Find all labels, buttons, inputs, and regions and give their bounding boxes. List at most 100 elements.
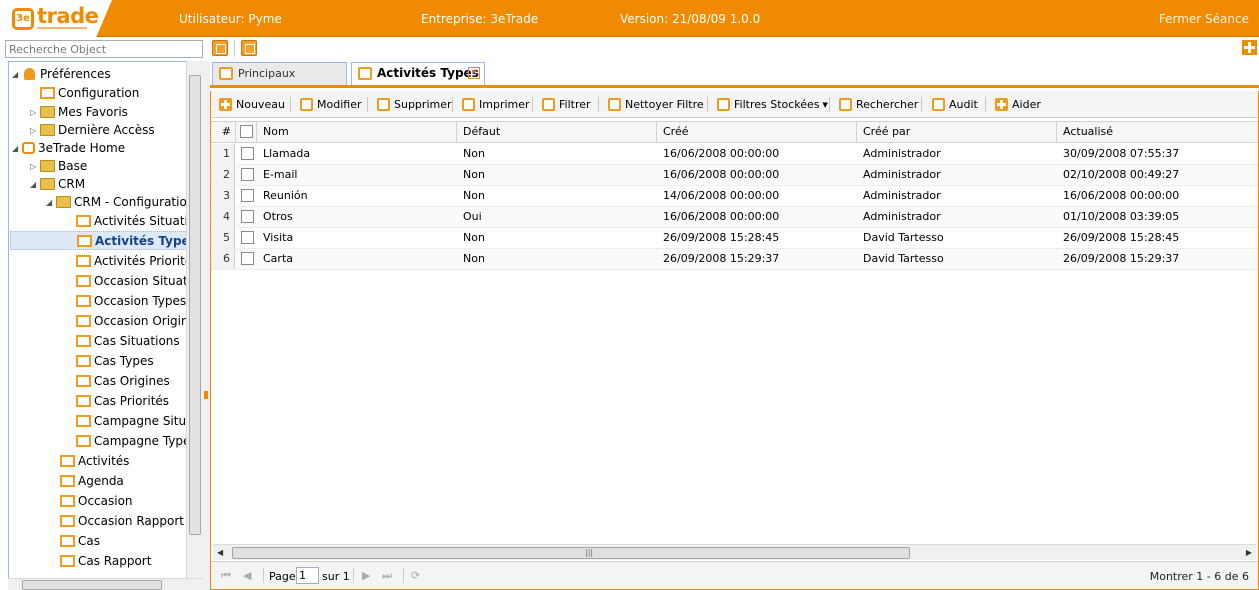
row-checkbox[interactable] [241,168,254,181]
row-checkbox[interactable] [241,210,254,223]
company-label: Entreprise: 3eTrade [421,12,539,26]
scroll-left-icon[interactable]: ◀ [217,548,223,557]
next-page-icon[interactable]: ▶ [362,569,370,582]
row-checkbox[interactable] [241,252,254,265]
tree-node-activites-types[interactable]: Activités Types [10,231,197,250]
tree-node-occasion-situation[interactable]: Occasion Situation [66,272,203,291]
expand-toggle-icon[interactable]: ▷ [30,157,40,176]
tree-node-favorites[interactable]: ▷ Mes Favoris [30,103,128,122]
filter-button[interactable]: Filtrer [542,96,591,113]
row-number: 5 [211,228,235,248]
new-button[interactable]: Nouveau [219,96,285,113]
form-icon [76,395,91,407]
column-header-nom[interactable]: Nom [257,122,457,143]
logout-link[interactable]: Fermer Séance [1159,12,1249,26]
column-header-defaut[interactable]: Défaut [457,122,657,143]
tree-node-cas[interactable]: Cas [50,532,100,551]
collapse-toggle-icon[interactable]: ◢ [12,65,22,84]
print-button[interactable]: Imprimer [462,96,530,113]
select-all-checkbox[interactable] [240,125,253,138]
scrollbar-thumb[interactable] [189,75,201,535]
tree-horizontal-scrollbar[interactable] [8,578,203,590]
delete-button[interactable]: Supprimer [377,96,452,113]
column-header-actualise[interactable]: Actualisé [1057,122,1257,143]
tree-node-campagne-types[interactable]: Campagne Types [66,432,197,451]
pager-separator [403,568,404,583]
cell-defaut: Non [463,168,485,181]
tree-node-activites[interactable]: Activités [50,452,129,471]
tree-node-occasion[interactable]: Occasion [50,492,133,511]
table-row[interactable]: 1 Llamada Non 16/06/2008 00:00:00 Admini… [211,144,1258,165]
expand-toggle-icon[interactable]: ▷ [30,121,40,140]
first-page-icon[interactable]: ⏮ [221,569,231,583]
refresh-icon[interactable]: ⟳ [411,569,420,582]
scrollbar-thumb[interactable]: ||| [232,547,910,559]
tree-node-cas-types[interactable]: Cas Types [66,352,154,371]
tree-node-configuration[interactable]: Configuration [30,84,139,103]
column-header-number[interactable]: # [211,122,236,143]
collapse-arrow-icon[interactable] [204,391,208,399]
tree-node-cas-origines[interactable]: Cas Origines [66,372,170,391]
help-button[interactable]: Aider [995,96,1041,113]
tree-expand-icon[interactable] [212,40,228,56]
scrollbar-thumb[interactable] [22,580,162,590]
table-row[interactable]: 5 Visita Non 26/09/2008 15:28:45 David T… [211,228,1258,249]
scroll-right-icon[interactable]: ▶ [1246,548,1252,557]
tree-node-3etrade-home[interactable]: ◢ 3eTrade Home [12,139,125,158]
tree-node-occasion-rapport[interactable]: Occasion Rapport [50,512,184,531]
collapse-toggle-icon[interactable]: ◢ [30,175,40,194]
column-header-cree-par[interactable]: Créé par [857,122,1057,143]
expand-toggle-icon[interactable]: ▷ [30,103,40,122]
tree-node-base[interactable]: ▷ Base [30,157,87,176]
cell-actualise: 30/09/2008 07:55:37 [1063,147,1180,160]
list-view-icon[interactable] [241,40,257,56]
tree-node-crm[interactable]: ◢ CRM [30,175,85,194]
column-header-cree[interactable]: Créé [657,122,857,143]
table-row[interactable]: 6 Carta Non 26/09/2008 15:29:37 David Ta… [211,249,1258,270]
tree-node-cas-rapport[interactable]: Cas Rapport [50,552,151,571]
stored-filters-dropdown[interactable]: Filtres Stockées ▼ [717,96,828,113]
tree-node-campagne-situation[interactable]: Campagne Situation [66,412,203,431]
tree-node-cas-priorites[interactable]: Cas Priorités [66,392,169,411]
tree-node-occasion-types[interactable]: Occasion Types [66,292,186,311]
audit-button[interactable]: Audit [932,96,978,113]
collapse-toggle-icon[interactable]: ◢ [12,139,22,158]
cell-nom: Visita [263,231,294,244]
tree-vertical-scrollbar[interactable] [186,61,203,578]
edit-button[interactable]: Modifier [300,96,361,113]
filter-icon [542,98,555,111]
close-icon[interactable]: ✕ [468,67,480,79]
select-all-header[interactable] [236,122,257,143]
last-page-icon[interactable]: ⏭ [382,569,392,583]
clear-filter-button[interactable]: Nettoyer Filtre [608,96,704,113]
panel-splitter[interactable] [203,61,210,590]
tree-node-cas-situations[interactable]: Cas Situations [66,332,180,351]
grid-horizontal-scrollbar[interactable]: ◀ ||| ▶ [213,544,1256,560]
tree-node-last-access[interactable]: ▷ Dernière Accèss [30,121,155,140]
version-label: Version: 21/08/09 1.0.0 [620,12,761,26]
search-button[interactable]: Rechercher [839,96,918,113]
table-row[interactable]: 2 E-mail Non 16/06/2008 00:00:00 Adminis… [211,165,1258,186]
tab-activites-types[interactable]: Activités Types ✕ [351,62,485,85]
search-input[interactable] [5,40,203,58]
tab-principaux[interactable]: Principaux [212,62,347,85]
paging-info: Montrer 1 - 6 de 6 [1149,570,1249,583]
add-icon[interactable] [1242,40,1257,55]
logo-text: trade [37,4,99,28]
tree-node-occasion-origine[interactable]: Occasion Origine [66,312,196,331]
tree-node-activites-priorites[interactable]: Activités Priorités [66,252,198,271]
tree-node-crm-configuration[interactable]: ◢ CRM - Configuration [46,193,194,212]
prev-page-icon[interactable]: ◀ [243,569,251,582]
logo-mark-icon: 3e [12,8,34,30]
form-icon [76,295,91,307]
tree-node-activites-situation[interactable]: Activités Situation [66,212,203,231]
row-checkbox[interactable] [241,147,254,160]
tree-node-preferences[interactable]: ◢ Préférences [12,65,111,84]
row-checkbox[interactable] [241,231,254,244]
collapse-toggle-icon[interactable]: ◢ [46,193,56,212]
tree-node-agenda[interactable]: Agenda [50,472,124,491]
row-checkbox[interactable] [241,189,254,202]
table-row[interactable]: 4 Otros Oui 16/06/2008 00:00:00 Administ… [211,207,1258,228]
page-number-input[interactable] [296,567,319,584]
table-row[interactable]: 3 Reunión Non 14/06/2008 00:00:00 Admini… [211,186,1258,207]
